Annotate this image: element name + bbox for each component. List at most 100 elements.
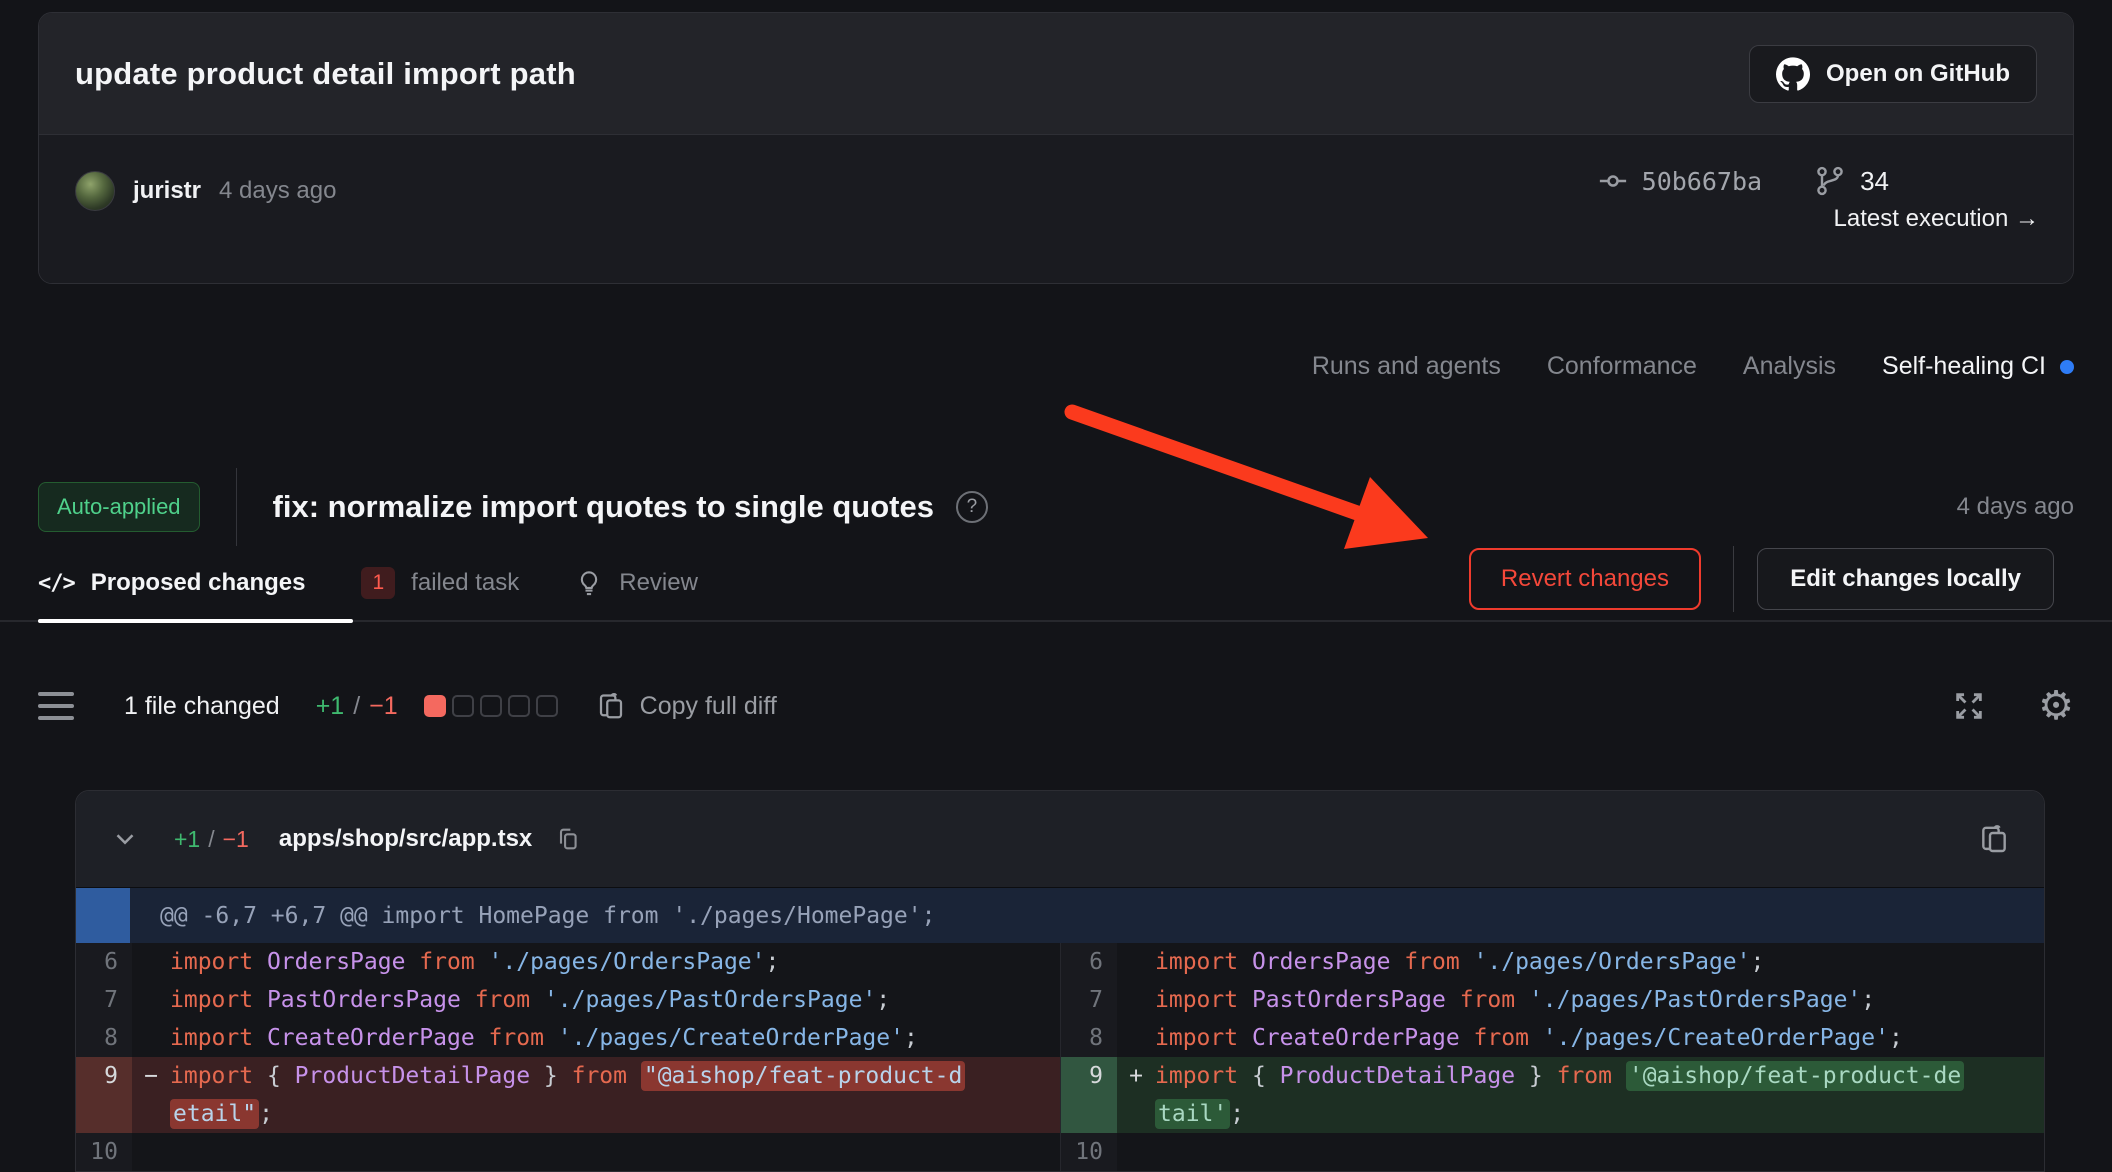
diff-row: 7 import PastOrdersPage from './pages/Pas… — [1061, 981, 2044, 1019]
tab-failed-task-label: failed task — [411, 569, 519, 597]
diff-marker — [132, 1019, 170, 1057]
diff-row: 8 import CreateOrderPage from './pages/Cr… — [76, 1019, 1060, 1057]
lightbulb-icon — [575, 569, 603, 597]
commit-author: juristr 4 days ago — [75, 171, 336, 211]
code-line: import CreateOrderPage from './pages/Cre… — [1155, 1019, 2044, 1057]
diff-row: 10 — [1061, 1133, 2044, 1171]
diff-blocks-meter — [424, 695, 558, 717]
diff-split-view: 6import OrdersPage from './pages/OrdersP… — [76, 943, 2044, 1171]
fix-heading-row: Auto-applied fix: normalize import quote… — [38, 468, 2074, 546]
divider — [236, 468, 237, 546]
tab-proposed-changes-label: Proposed changes — [91, 569, 306, 597]
diff-row: 7 import PastOrdersPage from './pages/Pas… — [76, 981, 1060, 1019]
diff-delta: +1 / −1 — [316, 692, 398, 721]
author-name: juristr — [133, 177, 201, 205]
nav-item-conformance[interactable]: Conformance — [1547, 352, 1697, 381]
diff-block — [424, 695, 446, 717]
code-line — [170, 1133, 1060, 1171]
open-on-github-button[interactable]: Open on GitHub — [1749, 45, 2037, 103]
diff-marker — [132, 943, 170, 981]
code-line — [1155, 1133, 2044, 1171]
github-icon — [1776, 57, 1810, 91]
code-line: import { ProductDetailPage } from "@aish… — [170, 1057, 1060, 1133]
page-title: update product detail import path — [75, 56, 576, 92]
line-number: 9 — [76, 1057, 132, 1133]
settings-gear-icon[interactable]: ⚙ — [2038, 688, 2074, 724]
notification-dot — [2060, 360, 2074, 374]
clipboard-icon — [596, 691, 626, 721]
copy-file-diff-button[interactable] — [1978, 823, 2010, 855]
diff-block — [480, 695, 502, 717]
divider — [1733, 546, 1734, 612]
diff-row: 6 import OrdersPage from './pages/OrdersP… — [1061, 943, 2044, 981]
diff-marker — [1117, 943, 1155, 981]
hunk-gutter — [76, 888, 130, 943]
code-line: import PastOrdersPage from './pages/Past… — [1155, 981, 2044, 1019]
help-icon[interactable]: ? — [956, 491, 988, 523]
commit-title-section: update product detail import path Open o… — [39, 13, 2073, 135]
active-tab-underline — [38, 619, 353, 623]
copy-full-diff-button[interactable]: Copy full diff — [596, 691, 777, 721]
commit-time: 4 days ago — [219, 177, 336, 205]
diff-pane-right: 6 import OrdersPage from './pages/OrdersP… — [1060, 943, 2044, 1171]
hunk-header-text: @@ -6,7 +6,7 @@ import HomePage from './… — [130, 888, 2044, 943]
line-number: 7 — [76, 981, 132, 1019]
diff-row: 6 import OrdersPage from './pages/OrdersP… — [76, 943, 1060, 981]
commit-right-meta: 50b667ba 34 Latest execution → — [1598, 165, 2039, 233]
nav-item-self-healing-ci[interactable]: Self-healing CI — [1882, 352, 2074, 381]
fix-title: fix: normalize import quotes to single q… — [273, 489, 934, 525]
copy-full-diff-label: Copy full diff — [640, 692, 777, 721]
code-line: import CreateOrderPage from './pages/Cre… — [170, 1019, 1060, 1057]
file-list-menu-button[interactable] — [38, 692, 74, 720]
commit-icon — [1598, 166, 1628, 196]
failed-count-badge: 1 — [361, 567, 395, 599]
run-link[interactable]: 34 — [1814, 165, 1889, 197]
line-number: 6 — [76, 943, 132, 981]
code-line: import OrdersPage from './pages/OrdersPa… — [170, 943, 1060, 981]
file-delta: +1 / −1 — [174, 826, 249, 853]
commit-hash-link[interactable]: 50b667ba — [1598, 166, 1762, 196]
code-line: import OrdersPage from './pages/OrdersPa… — [1155, 943, 2044, 981]
copy-path-icon[interactable] — [554, 825, 582, 853]
diff-pane-left: 6 import OrdersPage from './pages/OrdersP… — [76, 943, 1060, 1171]
fullscreen-button[interactable] — [1952, 689, 1986, 723]
diff-block — [508, 695, 530, 717]
git-branch-icon — [1814, 165, 1846, 197]
diff-toolbar: 1 file changed +1 / −1 Copy full diff ⚙ — [38, 676, 2074, 736]
commit-card: update product detail import path Open o… — [38, 12, 2074, 284]
auto-applied-badge: Auto-applied — [38, 482, 200, 532]
delta-separator: / — [353, 692, 360, 721]
diff-row: 9+import { ProductDetailPage } from '@ai… — [1061, 1057, 2044, 1133]
edit-changes-locally-button[interactable]: Edit changes locally — [1757, 548, 2054, 610]
file-diff-header: +1 / −1 apps/shop/src/app.tsx — [76, 791, 2044, 887]
line-number: 10 — [1061, 1133, 1117, 1171]
code-line: import { ProductDetailPage } from '@aish… — [1155, 1057, 2044, 1133]
tab-proposed-changes[interactable]: </> Proposed changes — [38, 569, 305, 597]
line-number: 7 — [1061, 981, 1117, 1019]
diff-marker — [132, 1133, 170, 1171]
line-number: 6 — [1061, 943, 1117, 981]
file-delta-separator: / — [208, 826, 214, 853]
latest-execution-link[interactable]: Latest execution → — [1834, 205, 2039, 233]
hunk-header-row: @@ -6,7 +6,7 @@ import HomePage from './… — [76, 887, 2044, 943]
run-number: 34 — [1860, 166, 1889, 197]
diff-block — [536, 695, 558, 717]
diff-marker — [1117, 981, 1155, 1019]
nav-item-runs-and-agents[interactable]: Runs and agents — [1312, 352, 1501, 381]
deletions-count: −1 — [369, 692, 398, 721]
line-number: 10 — [76, 1133, 132, 1171]
tab-failed-task[interactable]: 1 failed task — [361, 567, 519, 599]
line-number: 8 — [76, 1019, 132, 1057]
chevron-down-icon[interactable] — [110, 824, 140, 854]
nav-item-analysis[interactable]: Analysis — [1743, 352, 1836, 381]
additions-count: +1 — [316, 692, 345, 721]
tab-review[interactable]: Review — [575, 569, 698, 597]
file-additions: +1 — [174, 826, 200, 853]
line-number: 8 — [1061, 1019, 1117, 1057]
avatar[interactable] — [75, 171, 115, 211]
commit-meta-section: juristr 4 days ago 50b667ba 34 — [39, 135, 2073, 283]
revert-changes-button[interactable]: Revert changes — [1469, 548, 1701, 610]
code-line: import PastOrdersPage from './pages/Past… — [170, 981, 1060, 1019]
self-healing-ci-page: update product detail import path Open o… — [0, 0, 2112, 1172]
line-number: 9 — [1061, 1057, 1117, 1133]
